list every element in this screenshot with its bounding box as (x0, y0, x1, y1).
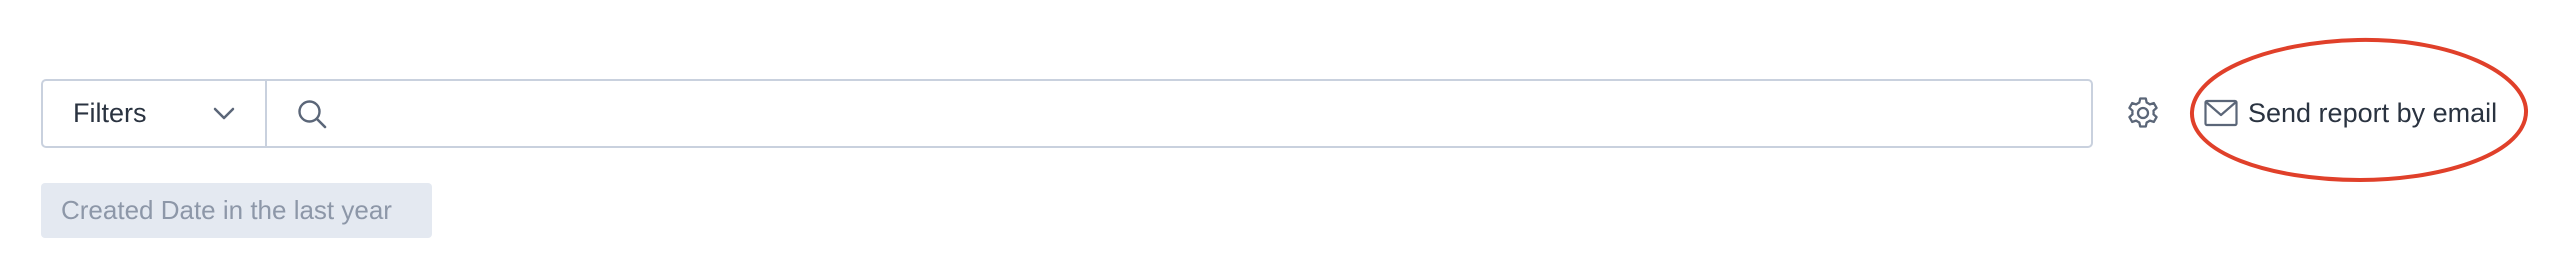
send-report-email-button[interactable]: Send report by email (2204, 90, 2497, 136)
filters-label: Filters (73, 98, 147, 128)
report-toolbar: Filters Send report by email Created Dat… (0, 0, 2550, 260)
search-input[interactable] (343, 80, 2091, 147)
filter-search-bar: Filters (41, 79, 2093, 148)
active-filter-chip[interactable]: Created Date in the last year (41, 183, 432, 238)
search-icon (295, 97, 329, 131)
chevron-down-icon (213, 103, 235, 125)
send-report-email-label: Send report by email (2248, 97, 2498, 128)
gear-icon[interactable] (2124, 94, 2162, 132)
filters-dropdown-button[interactable]: Filters (43, 81, 267, 146)
active-filter-chip-label: Created Date in the last year (61, 195, 392, 225)
search-area (267, 80, 2091, 147)
mail-icon (2204, 99, 2238, 127)
